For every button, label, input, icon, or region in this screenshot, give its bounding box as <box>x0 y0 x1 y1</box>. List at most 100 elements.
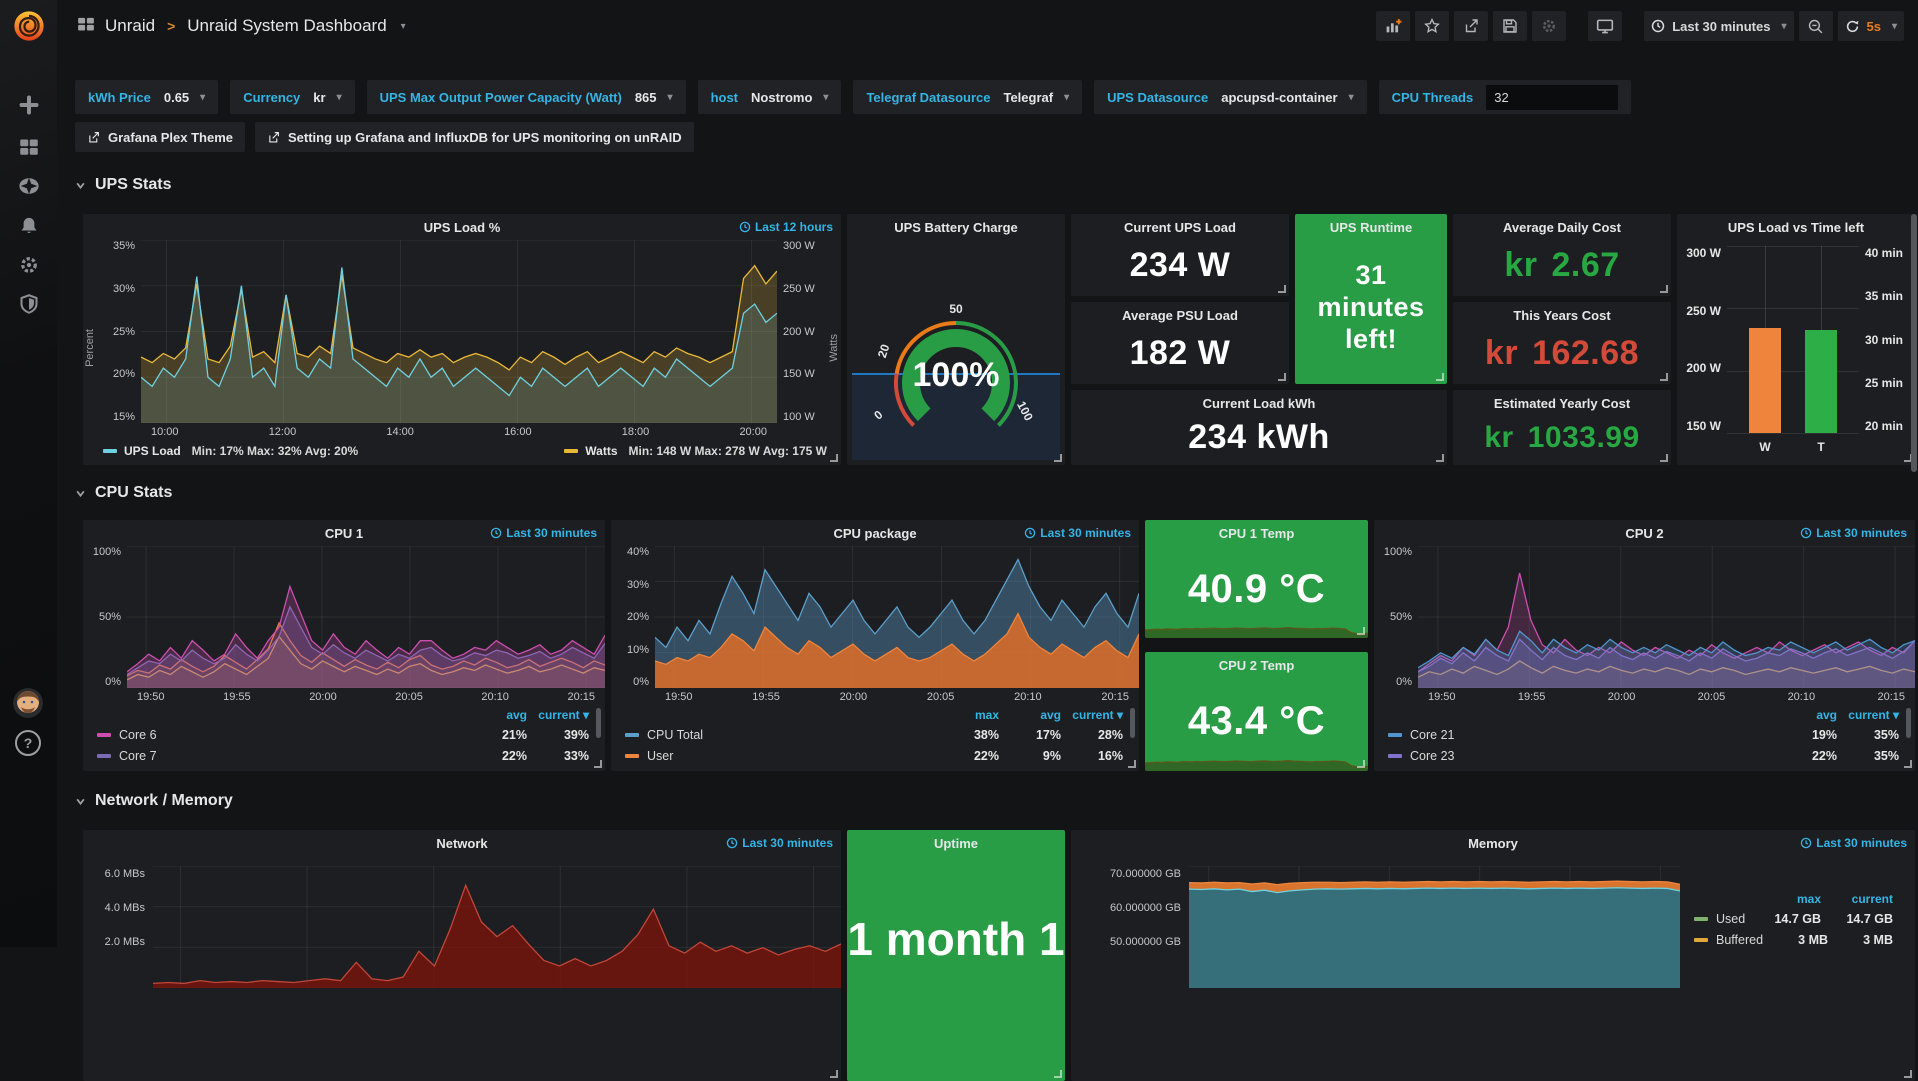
legend-series-name[interactable]: Used <box>1694 912 1749 926</box>
link-ups-monitoring-guide[interactable]: Setting up Grafana and InfluxDB for UPS … <box>255 122 694 152</box>
cpu2-chart-plot[interactable] <box>1418 546 1915 688</box>
page-scrollbar[interactable] <box>1911 214 1917 472</box>
panel-time-range[interactable]: Last 12 hours <box>739 220 833 234</box>
ups-load-chart-plot[interactable] <box>141 240 777 423</box>
section-ups-stats[interactable]: UPS Stats <box>75 174 171 196</box>
cpu1-chart-plot[interactable] <box>127 546 605 688</box>
legend-column-header[interactable]: current <box>1821 892 1893 906</box>
dashboards-icon[interactable] <box>16 134 42 160</box>
panel-title[interactable]: CPU package <box>833 526 916 541</box>
link-grafana-plex-theme[interactable]: Grafana Plex Theme <box>75 122 245 152</box>
panel-title[interactable]: CPU 2 <box>1625 526 1663 541</box>
legend-column-header[interactable]: avg <box>999 708 1061 722</box>
apps-grid-icon[interactable] <box>77 15 95 38</box>
configuration-gear-icon[interactable] <box>16 252 42 278</box>
breadcrumb-folder[interactable]: Unraid <box>105 16 155 36</box>
tick-label: 2.0 MBs <box>105 936 145 948</box>
variable-value-dropdown[interactable]: 865▾ <box>635 90 673 105</box>
variable-value-dropdown[interactable]: Nostromo▾ <box>751 90 828 105</box>
server-admin-shield-icon[interactable] <box>16 291 42 317</box>
panel-title[interactable]: CPU 1 <box>325 526 363 541</box>
tick-label: 50% <box>1390 611 1412 623</box>
legend-column-header[interactable]: current ▾ <box>1061 708 1123 722</box>
legend-series-name[interactable]: User <box>625 749 937 763</box>
panel-title[interactable]: Uptime <box>934 836 978 851</box>
time-range-picker[interactable]: Last 30 minutes ▾ <box>1644 11 1793 41</box>
legend-series-name[interactable]: Core 7 <box>97 749 465 763</box>
panel-time-range[interactable]: Last 30 minutes <box>490 526 597 540</box>
variable-value-dropdown[interactable]: kr▾ <box>313 90 341 105</box>
bar-W[interactable]: W <box>1749 246 1781 433</box>
add-panel-button[interactable] <box>1376 11 1410 41</box>
share-button[interactable] <box>1454 11 1488 41</box>
battery-gauge[interactable]: 50 20 0 100 100% <box>847 240 1065 465</box>
explore-compass-icon[interactable] <box>16 173 42 199</box>
legend-item-ups-load[interactable]: UPS LoadMin: 17% Max: 32% Avg: 20% <box>103 444 358 458</box>
alerting-bell-icon[interactable] <box>16 213 42 239</box>
stat-value: kr2.67 <box>1504 240 1619 296</box>
variable-value-dropdown[interactable]: apcupsd-container▾ <box>1221 90 1353 105</box>
create-plus-icon[interactable] <box>16 92 42 118</box>
panel-time-range[interactable]: Last 30 minutes <box>1800 836 1907 850</box>
legend-series-name[interactable]: Core 23 <box>1388 749 1775 763</box>
network-chart-plot[interactable] <box>153 866 841 988</box>
legend-item-watts[interactable]: WattsMin: 148 W Max: 278 W Avg: 175 W <box>564 444 827 458</box>
bar-chart-plot[interactable]: WT <box>1727 246 1859 433</box>
save-button[interactable] <box>1493 11 1527 41</box>
legend-swatch <box>625 754 639 758</box>
star-button[interactable] <box>1415 11 1449 41</box>
panel-title[interactable]: CPU 2 Temp <box>1219 658 1295 673</box>
panel-title[interactable]: UPS Runtime <box>1330 220 1412 235</box>
variable-host: hostNostromo▾ <box>698 80 842 114</box>
panel-title[interactable]: CPU 1 Temp <box>1219 526 1295 541</box>
cpu-package-chart-plot[interactable] <box>655 546 1139 688</box>
legend-column-header[interactable]: current ▾ <box>1837 708 1899 722</box>
breadcrumb-dashboard-title[interactable]: Unraid System Dashboard <box>187 16 386 36</box>
variable-value-dropdown[interactable]: 0.65▾ <box>164 90 205 105</box>
panel-title[interactable]: Average PSU Load <box>1122 308 1238 323</box>
panel-title[interactable]: UPS Load % <box>424 220 501 235</box>
section-network-memory[interactable]: Network / Memory <box>75 790 233 812</box>
legend-column-header[interactable]: max <box>1749 892 1821 906</box>
legend-series-name[interactable]: CPU Total <box>625 728 937 742</box>
panel-title[interactable]: Memory <box>1468 836 1518 851</box>
chevron-down-icon[interactable]: ▾ <box>401 21 406 32</box>
legend-scrollbar[interactable] <box>1130 708 1135 738</box>
tick-label: 150 W <box>783 368 815 380</box>
help-icon[interactable]: ? <box>15 730 41 756</box>
temp-sparkline <box>1145 733 1368 771</box>
panel-title[interactable]: Current UPS Load <box>1124 220 1236 235</box>
legend-scrollbar[interactable] <box>596 708 601 738</box>
zoom-out-button[interactable] <box>1799 11 1833 41</box>
legend-column-header[interactable]: avg <box>465 708 527 722</box>
legend-series-name[interactable]: Buffered <box>1694 933 1763 947</box>
memory-chart-plot[interactable] <box>1189 866 1680 988</box>
legend-series-name[interactable]: Core 21 <box>1388 728 1775 742</box>
legend-column-header[interactable]: avg <box>1775 708 1837 722</box>
panel-title[interactable]: UPS Load vs Time left <box>1728 220 1864 235</box>
legend-column-header[interactable]: current ▾ <box>527 708 589 722</box>
variable-value-dropdown[interactable]: Telegraf▾ <box>1003 90 1069 105</box>
panel-title[interactable]: UPS Battery Charge <box>894 220 1018 235</box>
panel-title[interactable]: This Years Cost <box>1513 308 1610 323</box>
panel-title[interactable]: Average Daily Cost <box>1503 220 1621 235</box>
grafana-logo-icon[interactable] <box>11 8 47 44</box>
section-cpu-stats[interactable]: CPU Stats <box>75 482 172 504</box>
dashboard-settings-button[interactable] <box>1532 11 1566 41</box>
tick-label: 0% <box>105 676 121 688</box>
panel-time-range[interactable]: Last 30 minutes <box>1800 526 1907 540</box>
legend-series-name[interactable]: Core 6 <box>97 728 465 742</box>
panel-title[interactable]: Estimated Yearly Cost <box>1494 396 1630 411</box>
cpu-threads-input[interactable] <box>1486 85 1618 110</box>
panel-title[interactable]: Network <box>436 836 487 851</box>
bar-T[interactable]: T <box>1805 246 1837 433</box>
refresh-button[interactable]: 5s ▾ <box>1838 11 1905 41</box>
user-avatar[interactable] <box>13 688 43 718</box>
panel-time-range[interactable]: Last 30 minutes <box>726 836 833 850</box>
legend-scrollbar[interactable] <box>1906 708 1911 738</box>
tv-cycle-button[interactable] <box>1588 11 1622 41</box>
legend-row: Core 621%39% <box>97 724 589 745</box>
panel-title[interactable]: Current Load kWh <box>1203 396 1316 411</box>
legend-column-header[interactable]: max <box>937 708 999 722</box>
panel-time-range[interactable]: Last 30 minutes <box>1024 526 1131 540</box>
